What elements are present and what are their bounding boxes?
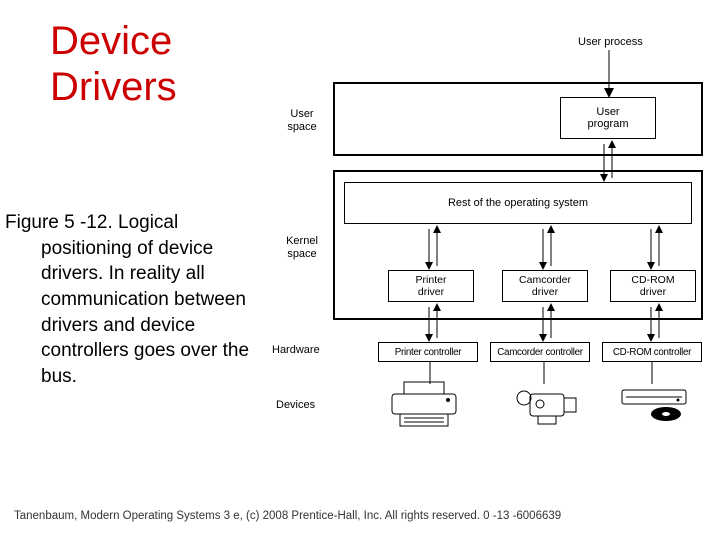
cdrom-controller-label: CD-ROM controller [613, 347, 691, 358]
title-line-1: Device [50, 18, 177, 64]
printer-driver-box: Printer driver [388, 270, 474, 302]
camcorder-controller-box: Camcorder controller [490, 342, 590, 362]
rest-of-os-box: Rest of the operating system [344, 182, 692, 224]
camcorder-icon [514, 378, 584, 436]
arrow-cdrom-driver-to-controller [645, 303, 665, 342]
title-line-2: Drivers [50, 64, 177, 110]
user-program-label: User program [588, 106, 629, 130]
user-process-label: User process [578, 36, 643, 49]
cdrom-driver-box: CD-ROM driver [610, 270, 696, 302]
user-program-box: User program [560, 97, 656, 139]
arrow-os-to-camcorder-driver [537, 225, 557, 270]
camcorder-controller-label: Camcorder controller [497, 347, 582, 358]
caption-body: positioning of device drivers. In realit… [5, 236, 260, 390]
caption-first-line: Figure 5 -12. Logical [5, 212, 178, 233]
arrow-printer-driver-to-controller [423, 303, 443, 342]
cdrom-drive-icon [618, 378, 698, 436]
arrow-os-to-printer-driver [423, 225, 443, 270]
devices-row-label: Devices [276, 399, 315, 412]
rest-of-os-label: Rest of the operating system [448, 197, 588, 209]
camcorder-driver-label: Camcorder driver [519, 274, 571, 298]
slide-title: Device Drivers [50, 18, 177, 110]
kernel-space-row-label: Kernel space [274, 235, 330, 260]
device-drivers-diagram: User process User program User space Ker… [268, 30, 713, 450]
camcorder-driver-box: Camcorder driver [502, 270, 588, 302]
arrow-camcorder-driver-to-controller [537, 303, 557, 342]
cdrom-driver-label: CD-ROM driver [631, 274, 674, 298]
cdrom-controller-box: CD-ROM controller [602, 342, 702, 362]
copyright-footer: Tanenbaum, Modern Operating Systems 3 e,… [14, 510, 561, 522]
printer-controller-label: Printer controller [395, 347, 461, 358]
printer-driver-label: Printer driver [416, 274, 447, 298]
printer-controller-box: Printer controller [378, 342, 478, 362]
arrow-os-to-cdrom-driver [645, 225, 665, 270]
printer-icon [384, 378, 474, 436]
user-space-row-label: User space [276, 108, 328, 133]
hardware-row-label: Hardware [272, 344, 320, 357]
arrow-user-to-os [598, 140, 618, 182]
figure-caption: Figure 5 -12. Logical positioning of dev… [5, 210, 260, 389]
